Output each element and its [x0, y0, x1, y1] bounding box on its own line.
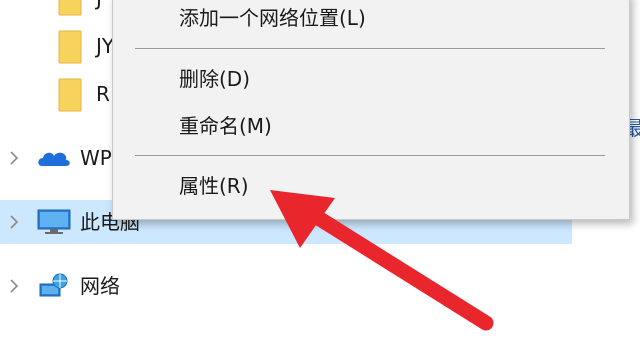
- nav-item-label: 网络: [80, 274, 120, 298]
- menu-separator: [135, 48, 605, 49]
- chevron-right-icon[interactable]: [8, 278, 20, 294]
- folder-icon: [58, 0, 82, 16]
- folder-label: J: [96, 0, 102, 10]
- folder-label: R: [96, 82, 110, 106]
- chevron-right-icon[interactable]: [8, 214, 20, 230]
- folder-icon: [58, 78, 82, 112]
- context-menu: 添加一个网络位置(L) 删除(D) 重命名(M) 属性(R): [112, 0, 630, 220]
- menu-item-properties[interactable]: 属性(R): [179, 173, 249, 199]
- computer-icon: [36, 208, 72, 236]
- menu-item-delete[interactable]: 删除(D): [179, 66, 250, 92]
- nav-item-network[interactable]: 网络: [0, 264, 572, 308]
- menu-separator: [135, 155, 605, 156]
- menu-item-rename[interactable]: 重命名(M): [179, 113, 272, 139]
- network-icon: [36, 272, 72, 300]
- folder-icon: [58, 30, 82, 64]
- cloud-icon: [36, 144, 72, 172]
- menu-item-add-network-location[interactable]: 添加一个网络位置(L): [179, 5, 366, 31]
- nav-item-label: WP: [80, 146, 112, 170]
- chevron-right-icon[interactable]: [8, 150, 20, 166]
